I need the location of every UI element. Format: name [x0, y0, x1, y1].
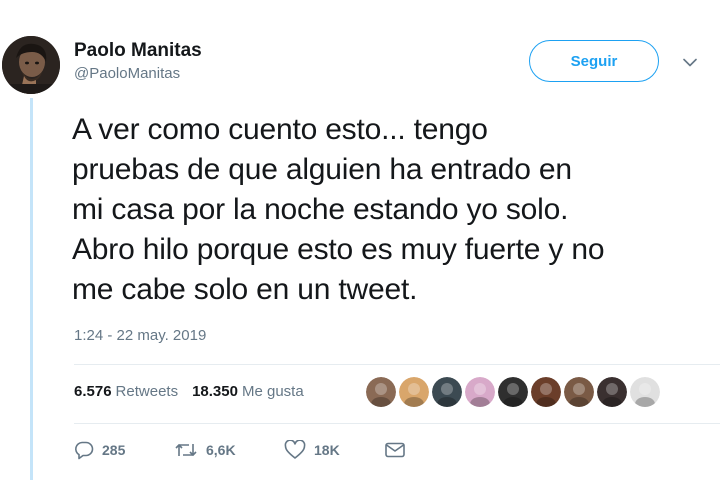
liker-avatar[interactable] — [597, 377, 627, 407]
likes-label: Me gusta — [241, 383, 304, 400]
follow-button[interactable]: Seguir — [529, 40, 659, 82]
tweet-text: A ver como cuento esto... tengo pruebas … — [72, 110, 717, 310]
tweet-line: pruebas de que alguien ha entrado en — [72, 153, 572, 186]
retweet-button[interactable]: 6,6K — [174, 440, 284, 460]
liker-avatar[interactable] — [432, 377, 462, 407]
liker-avatar[interactable] — [366, 377, 396, 407]
likes-stat[interactable]: 18.350 Me gusta — [192, 383, 304, 400]
chevron-down-icon — [683, 58, 697, 66]
retweets-stat[interactable]: 6.576 Retweets — [74, 383, 178, 400]
user-handle[interactable]: @PaoloManitas — [74, 64, 202, 84]
display-name[interactable]: Paolo Manitas — [74, 40, 202, 62]
tweet-line: Abro hilo porque esto es muy fuerte y no — [72, 233, 605, 266]
avatar[interactable] — [2, 36, 60, 94]
retweets-count: 6.576 — [74, 383, 112, 400]
divider — [74, 364, 720, 365]
liker-avatar[interactable] — [465, 377, 495, 407]
liker-avatar[interactable] — [630, 377, 660, 407]
tweet-timestamp[interactable]: 1:24 - 22 may. 2019 — [74, 327, 206, 344]
tweet-line: me cabe solo en un tweet. — [72, 273, 418, 306]
reply-button[interactable]: 285 — [74, 440, 174, 460]
tweet-line: mi casa por la noche estando yo solo. — [72, 193, 569, 226]
envelope-icon — [385, 442, 405, 458]
more-options-button[interactable] — [680, 52, 700, 72]
thread-line — [30, 98, 33, 480]
reply-icon — [75, 441, 94, 460]
tweet-card: Paolo Manitas @PaoloManitas Seguir A ver… — [0, 0, 720, 480]
user-block[interactable]: Paolo Manitas @PaoloManitas — [74, 40, 202, 84]
likes-count: 18.350 — [192, 383, 238, 400]
liked-by-avatars — [366, 377, 660, 407]
tweet-line: A ver como cuento esto... tengo — [72, 113, 488, 146]
liker-avatar[interactable] — [531, 377, 561, 407]
actions-row: 285 6,6K 18K — [74, 440, 406, 460]
retweet-count: 6,6K — [206, 442, 236, 458]
liker-avatar[interactable] — [564, 377, 594, 407]
direct-message-button[interactable] — [384, 441, 406, 459]
like-button[interactable]: 18K — [284, 440, 384, 460]
heart-icon — [284, 440, 306, 459]
retweets-label: Retweets — [115, 383, 179, 400]
stats-row: 6.576 Retweets 18.350 Me gusta — [74, 383, 304, 400]
reply-count: 285 — [102, 442, 126, 458]
retweet-icon — [175, 444, 197, 456]
liker-avatar[interactable] — [498, 377, 528, 407]
like-count: 18K — [314, 442, 340, 458]
divider — [74, 423, 720, 424]
liker-avatar[interactable] — [399, 377, 429, 407]
